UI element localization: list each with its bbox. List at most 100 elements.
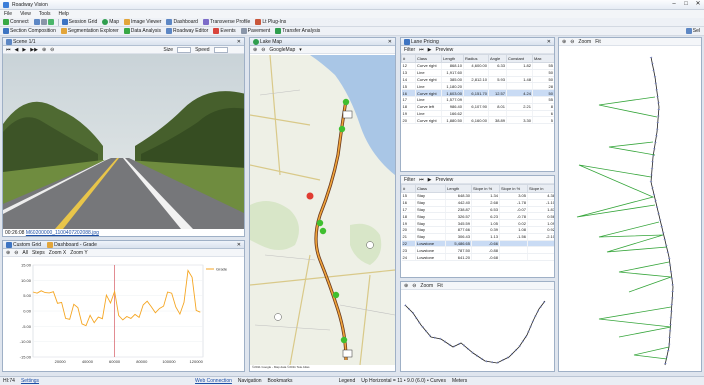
table-row[interactable]: 23 Lowstone 787.50 -0.88: [401, 246, 554, 255]
column-header[interactable]: Length: [441, 54, 464, 63]
column-header[interactable]: Length: [445, 184, 472, 193]
zoom-y-button[interactable]: Zoom Y: [70, 250, 87, 256]
column-header[interactable]: Constant: [506, 54, 533, 63]
tab-custom-grid[interactable]: Custom Grid: [13, 242, 41, 248]
image-panel-tab[interactable]: Scene 1/1 ✕: [3, 38, 244, 46]
table-row[interactable]: 16 Curve right 1,603.00 6,151.70 12.57 4.24 50: [401, 89, 554, 97]
map-marker[interactable]: [319, 227, 327, 235]
column-header[interactable]: Class: [415, 54, 442, 63]
map-marker[interactable]: [342, 98, 350, 106]
column-header[interactable]: Slope in: [527, 184, 554, 193]
column-header[interactable]: Slope in %: [499, 184, 528, 193]
column-header[interactable]: Angle: [488, 54, 507, 63]
table-row[interactable]: 18 Stay 326.57 6.23 -0.78 0.56: [401, 212, 554, 221]
filter-button[interactable]: Filter: [404, 177, 415, 183]
refresh-icon[interactable]: [47, 19, 54, 25]
zoom-in-icon[interactable]: ⊕: [562, 39, 566, 45]
units-select[interactable]: Meters: [452, 378, 467, 384]
close-panel-icon[interactable]: ✕: [237, 39, 241, 45]
preview-button[interactable]: Preview: [436, 47, 454, 53]
menu-tools[interactable]: Tools: [39, 11, 51, 17]
segmentation-explorer-button[interactable]: Segmentation Explorer: [60, 28, 119, 34]
tab-dashboard-grade[interactable]: Dashboard - Grade: [54, 242, 97, 248]
table-row[interactable]: 20 Stay 877.66 0.39 1.08 0.92: [401, 226, 554, 234]
column-header[interactable]: #: [401, 54, 416, 63]
session-grid-button[interactable]: Session Grid: [61, 19, 97, 25]
table-row[interactable]: 18 Curve left 986.40 6,107.90 8.01 2.21 8: [401, 103, 554, 111]
map-marker[interactable]: [332, 291, 340, 299]
table-row[interactable]: 24 Lowstone 641.20 -0.68: [401, 253, 554, 261]
dashboard-button[interactable]: Dashboard: [166, 19, 198, 25]
zoom-in-icon[interactable]: ⊕: [253, 47, 257, 53]
close-panel-icon[interactable]: ✕: [237, 242, 241, 248]
zoom-out-icon[interactable]: ⊖: [14, 250, 18, 256]
transfer-analysis-button[interactable]: Transfer Analysis: [275, 28, 320, 34]
first-row-button[interactable]: ⏮: [419, 177, 424, 183]
next-row-button[interactable]: ▶: [428, 47, 432, 53]
chevron-down-icon[interactable]: ▾: [299, 47, 302, 53]
play-button[interactable]: ▶: [22, 47, 26, 53]
close-panel-icon[interactable]: ✕: [547, 39, 551, 45]
zoom-out-icon[interactable]: ⊖: [570, 39, 574, 45]
table-row[interactable]: 14 Curve right 385.00 2,812.10 5.93 1.48 50: [401, 76, 554, 84]
maximize-button[interactable]: □: [680, 0, 692, 9]
table-row[interactable]: 15 Line 1,180.20 28: [401, 82, 554, 91]
data-analysis-button[interactable]: Data Analysis: [123, 28, 161, 34]
column-header[interactable]: #: [401, 184, 416, 193]
legend-button[interactable]: Legend: [339, 378, 356, 384]
connect-button[interactable]: Connect: [3, 19, 29, 25]
table-row[interactable]: 22 Lowstone 5,486.65 -0.66: [401, 240, 554, 248]
map-panel-tab[interactable]: Lake Map ✕: [250, 38, 395, 46]
filter-button[interactable]: Filter: [404, 47, 415, 53]
zoom-out-icon[interactable]: ⊖: [50, 47, 54, 53]
events-button[interactable]: Events: [213, 28, 236, 34]
zoom-in-icon[interactable]: ⊕: [6, 250, 10, 256]
table-row[interactable]: 17 Line 1,577.09 55: [401, 96, 554, 104]
zoom-in-icon[interactable]: ⊕: [404, 283, 408, 289]
preview-button[interactable]: Preview: [436, 177, 454, 183]
map-marker[interactable]: [338, 125, 346, 133]
roadway-editor-button[interactable]: Roadway Editor: [166, 28, 208, 34]
column-header[interactable]: Slope in %: [471, 184, 500, 193]
save-icon[interactable]: [33, 19, 40, 25]
column-header[interactable]: Max: [532, 54, 554, 63]
zoom-x-button[interactable]: Zoom X: [49, 250, 67, 256]
map-marker[interactable]: [340, 336, 348, 344]
zoom-button[interactable]: Zoom: [578, 39, 591, 45]
next-frame-button[interactable]: ▶▶: [30, 47, 38, 53]
table-row[interactable]: 19 Line 166.62 6: [401, 110, 554, 118]
table-row[interactable]: 17 Stay 238.87 6.53 -0.07 1.87: [401, 206, 554, 214]
size-field[interactable]: [177, 46, 192, 53]
pavement-button[interactable]: Pavement: [240, 28, 270, 34]
zoom-button[interactable]: Zoom: [420, 283, 433, 289]
zoom-out-icon[interactable]: ⊖: [261, 47, 265, 53]
first-row-button[interactable]: ⏮: [419, 47, 424, 53]
zoom-out-icon[interactable]: ⊖: [412, 283, 416, 289]
steps-button[interactable]: Steps: [32, 250, 45, 256]
transverse-profile-button[interactable]: Transverse Profile: [202, 19, 250, 25]
fit-button[interactable]: Fit: [595, 39, 601, 45]
web-connection-link[interactable]: Web Connection: [195, 378, 232, 384]
menu-help[interactable]: Help: [59, 11, 69, 17]
table-row[interactable]: 20 Curve right 1,880.50 6,160.00 38.89 3.30 5: [401, 116, 554, 125]
close-panel-icon[interactable]: ✕: [388, 39, 392, 45]
menu-view[interactable]: View: [20, 11, 31, 17]
previous-frame-button[interactable]: ◀: [15, 47, 19, 53]
table-row[interactable]: 13 Line 1,917.60 50: [401, 69, 554, 77]
column-header[interactable]: Radius: [463, 54, 489, 63]
first-frame-button[interactable]: ⏮: [6, 47, 11, 53]
print-icon[interactable]: [40, 19, 47, 25]
navigation-menu[interactable]: Navigation: [238, 378, 262, 384]
image-viewer-button[interactable]: Image Viewer: [123, 19, 161, 25]
menu-file[interactable]: File: [4, 11, 12, 17]
column-header[interactable]: Class: [415, 184, 446, 193]
zoom-all-button[interactable]: All: [22, 250, 28, 256]
table-row[interactable]: 15 Stay 648.30 1.34 3.05 4.38: [401, 192, 554, 200]
table-row[interactable]: 16 Stay 442.40 2.68 -1.78 -1.10: [401, 199, 554, 207]
table-row[interactable]: 12 Curve right 868.10 4,600.00 6.33 1.82 55: [401, 62, 554, 70]
table-row[interactable]: 21 Stay 306.43 1.13 -1.56 -2.10: [401, 233, 554, 241]
table-row[interactable]: 19 Stay 345.59 1.05 0.02 1.09: [401, 219, 554, 227]
current-position-marker[interactable]: [306, 192, 314, 200]
map-button[interactable]: Map: [102, 19, 119, 25]
fit-button[interactable]: Fit: [437, 283, 443, 289]
